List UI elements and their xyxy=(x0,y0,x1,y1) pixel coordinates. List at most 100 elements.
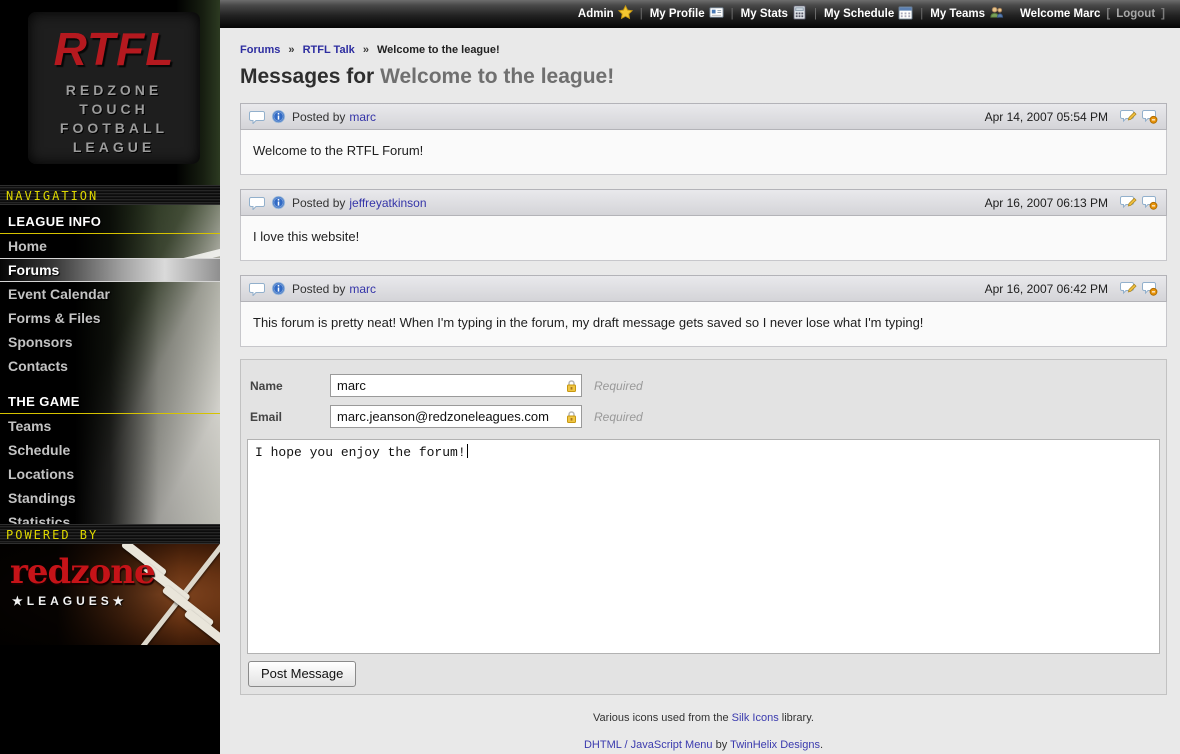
topbar-item-admin[interactable]: Admin xyxy=(578,5,633,23)
topbar-separator: | xyxy=(640,8,643,20)
email-input[interactable] xyxy=(330,405,582,428)
dhtml-menu-link[interactable]: DHTML / JavaScript Menu xyxy=(584,739,713,751)
breadcrumb: Forums » RTFL Talk » Welcome to the leag… xyxy=(240,44,1167,56)
sidebar-item-standings[interactable]: Standings xyxy=(0,486,220,510)
sidebar-item-locations[interactable]: Locations xyxy=(0,462,220,486)
message-body: This forum is pretty neat! When I'm typi… xyxy=(240,302,1167,347)
info-icon[interactable] xyxy=(271,109,286,124)
sidebar-nav: LEAGUE INFO Home Forums Event Calendar F… xyxy=(0,205,220,524)
speech-bubble-icon xyxy=(249,282,265,296)
main-area: Admin | My Profile | My Stats | My Sched… xyxy=(220,0,1180,754)
menu-credit-line: DHTML / JavaScript Menu by TwinHelix Des… xyxy=(240,739,1167,751)
breadcrumb-link-forums[interactable]: Forums xyxy=(240,44,280,56)
page: RTFL REDZONE TOUCH FOOTBALL LEAGUE NAVIG… xyxy=(0,0,1180,754)
sidebar-item-statistics[interactable]: Statistics xyxy=(0,510,220,524)
comment-edit-icon[interactable] xyxy=(1120,281,1137,296)
logo-line: TOUCH xyxy=(28,100,200,119)
post-message-button[interactable]: Post Message xyxy=(248,661,356,687)
topbar: Admin | My Profile | My Stats | My Sched… xyxy=(220,0,1180,28)
message-body: I love this website! xyxy=(240,216,1167,261)
page-title-topic: Welcome to the league! xyxy=(380,65,614,88)
sidebar-filler xyxy=(0,645,220,754)
content: Forums » RTFL Talk » Welcome to the leag… xyxy=(220,28,1180,754)
text-caret xyxy=(467,444,468,458)
author-link[interactable]: marc xyxy=(349,110,376,124)
topbar-item-my-stats[interactable]: My Stats xyxy=(741,5,807,23)
topbar-separator: | xyxy=(731,8,734,20)
sidebar-item-forums[interactable]: Forums xyxy=(0,258,220,282)
topbar-item-my-schedule[interactable]: My Schedule xyxy=(824,5,913,23)
sidebar-item-contacts[interactable]: Contacts xyxy=(0,354,220,378)
calendar-icon xyxy=(898,5,913,23)
logo-line: REDZONE xyxy=(28,81,200,100)
author-link[interactable]: jeffreyatkinson xyxy=(349,196,426,210)
twinhelix-link[interactable]: TwinHelix Designs xyxy=(730,739,820,751)
topbar-separator: | xyxy=(920,8,923,20)
redzone-logo-text: redzone xyxy=(10,552,155,592)
group-icon xyxy=(989,5,1004,23)
topbar-item-my-profile[interactable]: My Profile xyxy=(650,5,724,23)
star-glyph: ★ xyxy=(12,594,27,608)
posted-by-label: Posted by xyxy=(292,282,345,296)
navigation-banner: NAVIGATION xyxy=(0,185,220,205)
breadcrumb-separator: » xyxy=(288,44,294,56)
sidebar-item-schedule[interactable]: Schedule xyxy=(0,438,220,462)
page-title: Messages for Welcome to the league! xyxy=(240,65,1167,89)
required-hint: Required xyxy=(594,410,643,424)
star-glyph: ★ xyxy=(113,594,128,608)
name-label: Name xyxy=(250,379,330,393)
sidebar-item-home[interactable]: Home xyxy=(0,234,220,258)
message-textarea[interactable]: I hope you enjoy the forum! xyxy=(247,439,1160,654)
logo-line: LEAGUE xyxy=(28,138,200,157)
forum-message: Posted by marc Apr 14, 2007 05:54 PM Wel… xyxy=(240,103,1167,175)
silk-icons-link[interactable]: Silk Icons xyxy=(732,712,779,724)
breadcrumb-link-rtfl-talk[interactable]: RTFL Talk xyxy=(303,44,355,56)
info-icon[interactable] xyxy=(271,281,286,296)
powered-by-banner: POWERED BY xyxy=(0,524,220,544)
nav-section-the-game: THE GAME xyxy=(0,385,220,414)
logo-line: FOOTBALL xyxy=(28,119,200,138)
comment-delete-icon[interactable] xyxy=(1141,109,1158,124)
icons-credit-line: Various icons used from the Silk Icons l… xyxy=(240,712,1167,724)
sidebar-item-sponsors[interactable]: Sponsors xyxy=(0,330,220,354)
name-row: Name Required xyxy=(250,374,1162,397)
posted-by-label: Posted by xyxy=(292,110,345,124)
draft-message-text: I hope you enjoy the forum! xyxy=(255,445,466,460)
powered-by-logo[interactable]: redzone ★LEAGUES★ xyxy=(0,544,220,645)
star-icon xyxy=(618,5,633,23)
name-input[interactable] xyxy=(330,374,582,397)
post-message-form: Name Required Email Required I hope you xyxy=(240,359,1167,695)
required-hint: Required xyxy=(594,379,643,393)
lock-icon xyxy=(565,379,578,398)
comment-delete-icon[interactable] xyxy=(1141,195,1158,210)
forum-message: Posted by jeffreyatkinson Apr 16, 2007 0… xyxy=(240,189,1167,261)
message-header: Posted by marc Apr 16, 2007 06:42 PM xyxy=(240,275,1167,302)
sidebar: RTFL REDZONE TOUCH FOOTBALL LEAGUE NAVIG… xyxy=(0,0,220,754)
welcome-user-label: Welcome Marc xyxy=(1020,8,1100,20)
topbar-item-my-teams[interactable]: My Teams xyxy=(930,5,1004,23)
forum-message: Posted by marc Apr 16, 2007 06:42 PM Thi… xyxy=(240,275,1167,347)
comment-delete-icon[interactable] xyxy=(1141,281,1158,296)
info-icon[interactable] xyxy=(271,195,286,210)
message-header: Posted by jeffreyatkinson Apr 16, 2007 0… xyxy=(240,189,1167,216)
author-link[interactable]: marc xyxy=(349,282,376,296)
logout-bracket: [ xyxy=(1106,8,1110,20)
footer: Various icons used from the Silk Icons l… xyxy=(240,712,1167,751)
comment-edit-icon[interactable] xyxy=(1120,195,1137,210)
league-logo: RTFL REDZONE TOUCH FOOTBALL LEAGUE xyxy=(28,12,200,164)
breadcrumb-separator: » xyxy=(363,44,369,56)
logout-link[interactable]: Logout xyxy=(1116,8,1155,20)
email-label: Email xyxy=(250,410,330,424)
nav-section-league-info: LEAGUE INFO xyxy=(0,205,220,234)
message-timestamp: Apr 16, 2007 06:13 PM xyxy=(985,196,1108,210)
message-header: Posted by marc Apr 14, 2007 05:54 PM xyxy=(240,103,1167,130)
comment-edit-icon[interactable] xyxy=(1120,109,1137,124)
speech-bubble-icon xyxy=(249,110,265,124)
sidebar-item-forms-files[interactable]: Forms & Files xyxy=(0,306,220,330)
vcard-icon xyxy=(709,5,724,23)
message-timestamp: Apr 16, 2007 06:42 PM xyxy=(985,282,1108,296)
calculator-icon xyxy=(792,5,807,23)
sidebar-item-teams[interactable]: Teams xyxy=(0,414,220,438)
speech-bubble-icon xyxy=(249,196,265,210)
sidebar-item-event-calendar[interactable]: Event Calendar xyxy=(0,282,220,306)
